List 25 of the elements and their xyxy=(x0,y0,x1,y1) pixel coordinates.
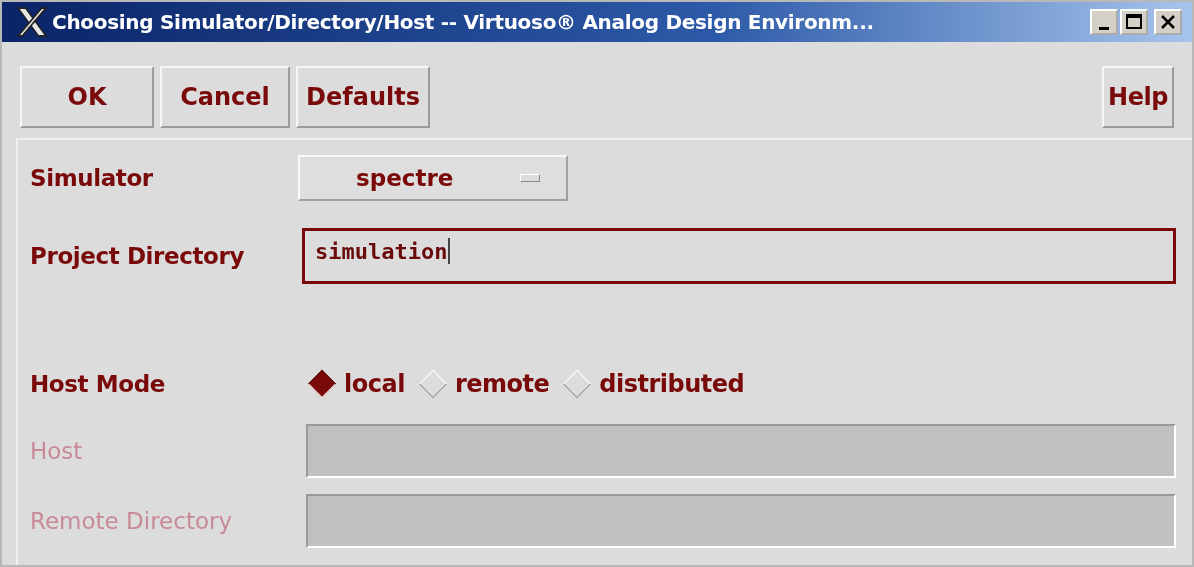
x-logo-icon xyxy=(16,6,48,38)
help-button[interactable]: Help xyxy=(1102,66,1174,128)
input-field[interactable] xyxy=(306,424,1176,478)
radio-option[interactable]: remote xyxy=(418,370,550,398)
dialog-button[interactable]: OK xyxy=(20,66,154,128)
close-button[interactable] xyxy=(1154,9,1182,35)
field-label: Host Mode xyxy=(30,371,166,397)
radio-option[interactable]: local xyxy=(308,370,405,398)
text-cursor-icon xyxy=(448,238,451,264)
dialog-button[interactable]: Defaults xyxy=(296,66,430,128)
maximize-icon xyxy=(1124,12,1144,32)
radio-option[interactable]: distributed xyxy=(563,370,745,398)
field-label: Remote Directory xyxy=(30,508,234,534)
maximize-button[interactable] xyxy=(1120,9,1148,35)
minimize-icon xyxy=(1099,26,1109,30)
input-field[interactable]: simulation xyxy=(302,228,1176,284)
input-field[interactable] xyxy=(306,494,1176,548)
field-label: Project Directory xyxy=(30,243,245,269)
option-menu-icon xyxy=(520,174,540,182)
simulator-dropdown[interactable]: spectre xyxy=(298,155,568,201)
window-title: Choosing Simulator/Directory/Host -- Virtuoso® Analog Design Environm... xyxy=(52,10,875,34)
field-label: Host xyxy=(30,438,84,464)
dialog-button[interactable]: Cancel xyxy=(160,66,290,128)
minimize-button[interactable] xyxy=(1090,9,1118,35)
field-label: Simulator xyxy=(30,165,154,191)
